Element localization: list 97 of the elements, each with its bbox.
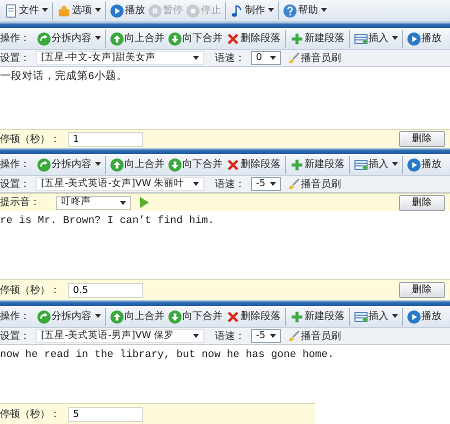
- play-icon: [406, 158, 420, 172]
- toolbar-button[interactable]: 新建段落: [288, 30, 346, 48]
- caret-icon[interactable]: [120, 200, 126, 204]
- brush-icon: [288, 330, 300, 342]
- caret-icon[interactable]: [193, 56, 199, 60]
- speed-label: 语速：: [215, 178, 245, 192]
- settings-label: 设置：: [0, 52, 30, 66]
- toolbar-button[interactable]: 向上合并: [108, 308, 166, 326]
- paragraph-text: 一段对话，完成第6小题。: [0, 69, 128, 85]
- sound-select[interactable]: 叮咚声: [56, 196, 131, 210]
- delete-icon: [226, 32, 240, 46]
- caret-icon[interactable]: [270, 56, 276, 60]
- caret-icon[interactable]: [193, 334, 199, 338]
- pause-icon: [148, 4, 162, 18]
- toolbar-button[interactable]: 文件: [3, 2, 49, 20]
- play-icon: [406, 310, 420, 324]
- plus-icon: [290, 32, 304, 46]
- caret-icon[interactable]: [392, 162, 398, 166]
- toolbar-label: 操作：: [0, 158, 31, 172]
- delete-button[interactable]: 删除: [399, 131, 445, 147]
- toolbar-button[interactable]: 播放: [109, 2, 146, 20]
- caret-icon[interactable]: [42, 8, 48, 12]
- plus-icon: [290, 310, 304, 324]
- stop-icon: [186, 4, 200, 18]
- toolbar-button[interactable]: 播放: [406, 308, 442, 326]
- brush-icon: [288, 178, 300, 190]
- duration-field[interactable]: 0.5: [68, 282, 143, 298]
- voice-select[interactable]: [五星-中文-女声]甜美女声: [36, 51, 204, 65]
- toolbar-button[interactable]: 插入: [352, 308, 398, 326]
- brush-icon: [288, 52, 300, 64]
- delete-button[interactable]: 删除: [399, 194, 445, 210]
- paragraph-text: now he read in the library, but now he has gone home.: [0, 348, 335, 363]
- insert-icon: [354, 32, 368, 46]
- settings-label: 设置：: [0, 330, 30, 344]
- toolbar-button[interactable]: 向下合并: [166, 30, 224, 48]
- paragraph-text: re is Mr. Brown? I can’t find him.: [0, 214, 216, 229]
- toolbar-button[interactable]: 删除段落: [224, 30, 282, 48]
- announcer-brush-button[interactable]: 播音员刷: [287, 328, 342, 344]
- caret-icon[interactable]: [94, 314, 100, 318]
- insert-icon: [354, 158, 368, 172]
- toolbar-button[interactable]: 分拆内容: [36, 308, 102, 326]
- field-label: 停顿（秒）：: [0, 408, 60, 422]
- delete-button[interactable]: 删除: [399, 282, 445, 298]
- toolbar-button[interactable]: 向下合并: [166, 308, 224, 326]
- toolbar-button[interactable]: 向上合并: [108, 30, 166, 48]
- speed-select[interactable]: -5: [251, 329, 281, 343]
- toolbar-button[interactable]: 删除段落: [224, 156, 282, 174]
- toolbar-button[interactable]: 新建段落: [288, 308, 346, 326]
- delete-icon: [226, 158, 240, 172]
- toolbar-button[interactable]: 播放: [406, 30, 442, 48]
- field-label: 停顿（秒）：: [0, 284, 60, 298]
- caret-icon[interactable]: [270, 182, 276, 186]
- announcer-brush-button[interactable]: 播音员刷: [287, 50, 342, 66]
- caret-icon[interactable]: [193, 182, 199, 186]
- caret-icon[interactable]: [392, 36, 398, 40]
- plus-icon: [290, 158, 304, 172]
- insert-icon: [354, 310, 368, 324]
- toolbar-button[interactable]: 制作: [229, 2, 275, 20]
- toolbar-button[interactable]: 播放: [406, 156, 442, 174]
- toolbar-button[interactable]: 插入: [352, 30, 398, 48]
- settings-label: 设置：: [0, 178, 30, 192]
- toolbar-button[interactable]: 帮助: [282, 2, 328, 20]
- field-label: 提示音：: [0, 196, 41, 210]
- voice-select[interactable]: [五星-美式英语-男声]VW 保罗: [36, 329, 204, 343]
- toolbar-label: 操作：: [0, 32, 31, 46]
- caret-icon[interactable]: [95, 8, 101, 12]
- music-note-icon: [230, 4, 244, 18]
- play-icon[interactable]: [139, 197, 149, 208]
- caret-icon[interactable]: [270, 334, 276, 338]
- toolbar-button[interactable]: 分拆内容: [36, 30, 102, 48]
- document-icon: [4, 4, 18, 18]
- toolbar-button[interactable]: 向上合并: [108, 156, 166, 174]
- caret-icon[interactable]: [268, 8, 274, 12]
- toolbar-button[interactable]: 选项: [56, 2, 102, 20]
- delete-icon: [226, 310, 240, 324]
- caret-icon[interactable]: [392, 314, 398, 318]
- voice-select[interactable]: [五星-美式英语-女声]VW 朱丽叶: [36, 177, 204, 191]
- toolbar-label: 操作：: [0, 310, 31, 324]
- toolbar-button[interactable]: 删除段落: [224, 308, 282, 326]
- play-icon: [406, 32, 420, 46]
- duration-field[interactable]: 1: [68, 132, 143, 146]
- announcer-brush-button[interactable]: 播音员刷: [287, 176, 342, 192]
- field-label: 停顿（秒）：: [0, 132, 60, 146]
- speed-label: 语速：: [215, 330, 245, 344]
- caret-icon[interactable]: [94, 36, 100, 40]
- speed-select[interactable]: -5: [251, 177, 281, 191]
- toolbar-button[interactable]: 插入: [352, 156, 398, 174]
- speed-select[interactable]: 0: [251, 51, 281, 65]
- duration-field[interactable]: 5: [68, 406, 143, 422]
- toolbar-button[interactable]: 分拆内容: [36, 156, 102, 174]
- toolbar-button[interactable]: 向下合并: [166, 156, 224, 174]
- caret-icon[interactable]: [321, 8, 327, 12]
- help-icon: [283, 4, 297, 18]
- play-icon: [110, 4, 124, 18]
- speed-label: 语速：: [215, 52, 245, 66]
- caret-icon[interactable]: [94, 162, 100, 166]
- toolbar-button[interactable]: 新建段落: [288, 156, 346, 174]
